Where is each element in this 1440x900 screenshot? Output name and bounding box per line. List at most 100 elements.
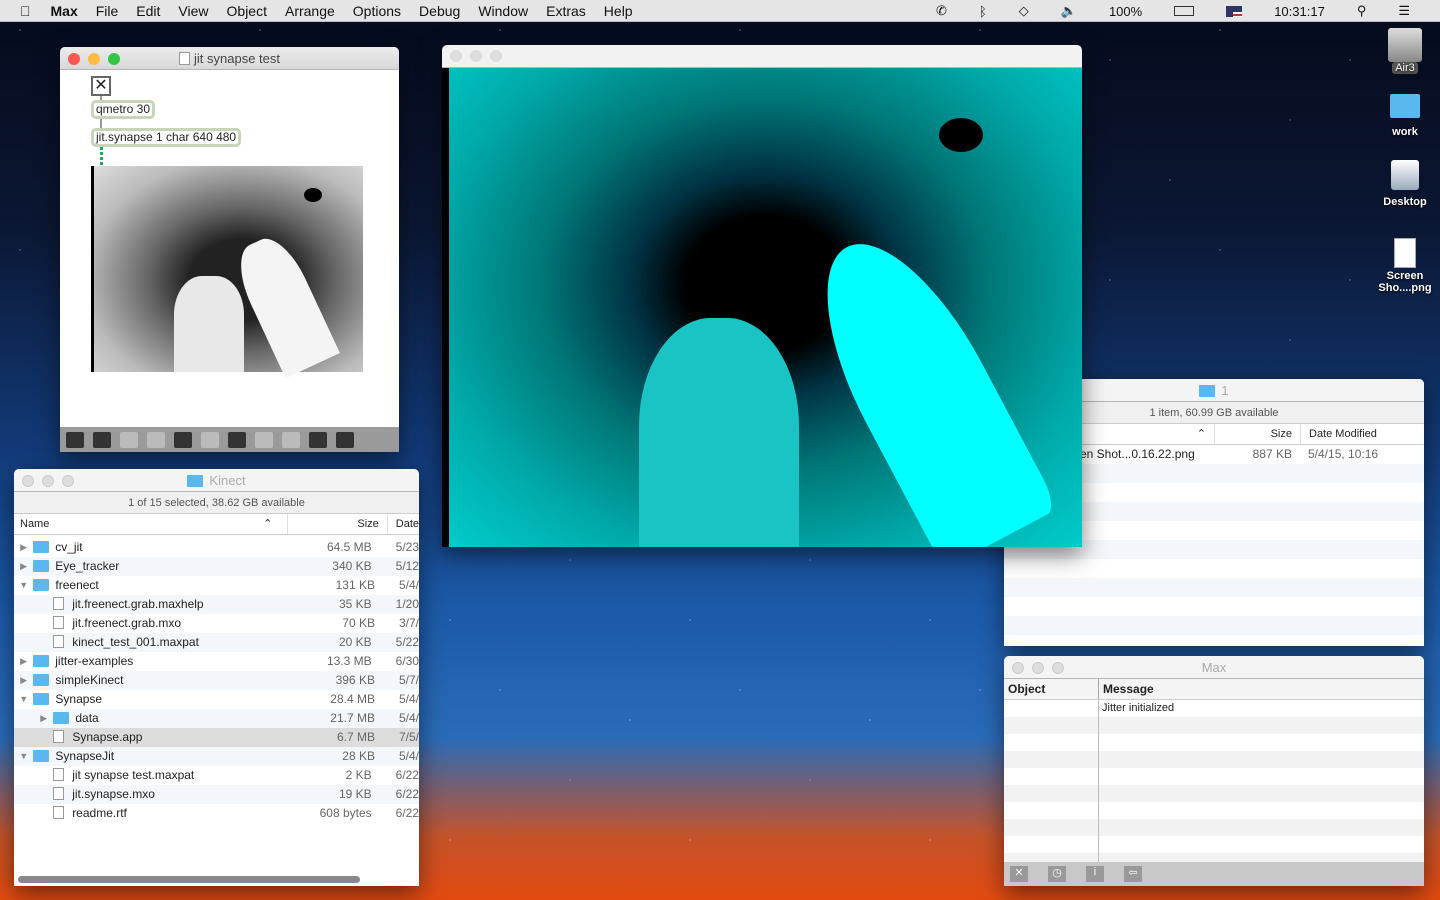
disclosure-triangle[interactable] bbox=[34, 614, 53, 633]
disclosure-triangle[interactable] bbox=[34, 633, 53, 652]
jit-synapse-object[interactable]: jit.synapse 1 char 640 480 bbox=[91, 128, 242, 147]
disclosure-triangle[interactable]: ▼ bbox=[14, 747, 33, 766]
list-item[interactable]: ▶ cv_jit 64.5 MB 5/23 bbox=[14, 538, 419, 557]
zoom-button[interactable] bbox=[108, 53, 120, 65]
minimize-button[interactable] bbox=[470, 50, 482, 62]
file-size: 28 KB bbox=[342, 749, 375, 763]
list-item[interactable]: ▶ data 21.7 MB 5/4/ bbox=[14, 709, 419, 728]
minimize-button[interactable] bbox=[88, 53, 100, 65]
lock-icon[interactable] bbox=[66, 431, 84, 448]
list-item[interactable]: kinect_test_001.maxpat 20 KB 5/22 bbox=[14, 633, 419, 652]
disclosure-triangle[interactable]: ▼ bbox=[14, 690, 33, 709]
disclosure-triangle[interactable] bbox=[34, 766, 53, 785]
list-item[interactable]: ▼ freenect 131 KB 5/4/ bbox=[14, 576, 419, 595]
list-item[interactable]: ▶ simpleKinect 396 KB 5/7/ bbox=[14, 671, 419, 690]
header-name[interactable]: Name bbox=[14, 514, 263, 534]
title-bar[interactable]: jit synapse test bbox=[60, 47, 399, 70]
list-item[interactable]: ▶ Eye_tracker 340 KB 5/12 bbox=[14, 557, 419, 576]
wifi-icon[interactable]: ◇ bbox=[1019, 3, 1029, 19]
object-palette-icon[interactable] bbox=[120, 431, 138, 448]
file-date: 6/22 bbox=[395, 768, 419, 782]
title-bar[interactable]: Max bbox=[1004, 656, 1424, 679]
menu-edit[interactable]: Edit bbox=[136, 3, 160, 19]
menu-object[interactable]: Object bbox=[227, 3, 267, 19]
header-size[interactable]: Size bbox=[1214, 424, 1300, 444]
disclosure-triangle[interactable] bbox=[34, 804, 53, 823]
list-item[interactable]: jit.freenect.grab.maxhelp 35 KB 1/20 bbox=[14, 595, 419, 614]
menu-max[interactable]: Max bbox=[51, 3, 78, 19]
bluetooth-icon[interactable]: ᛒ bbox=[979, 4, 987, 19]
clear-icon[interactable]: ✕ bbox=[1010, 866, 1028, 882]
desktop-icon-air3[interactable]: Air3 bbox=[1370, 28, 1440, 74]
presentation-icon[interactable] bbox=[93, 431, 111, 448]
depth-video-image[interactable] bbox=[449, 68, 1082, 547]
header-message[interactable]: Message bbox=[1098, 679, 1424, 699]
list-item[interactable]: jit synapse test.maxpat 2 KB 6/22 bbox=[14, 766, 419, 785]
zoom-button[interactable] bbox=[490, 50, 502, 62]
header-object[interactable]: Object bbox=[1004, 679, 1098, 699]
menu-window[interactable]: Window bbox=[478, 3, 528, 19]
console-message[interactable]: Jitter initialized bbox=[1102, 702, 1174, 714]
header-date[interactable]: Date Modified bbox=[1300, 424, 1424, 444]
status-bar: 1 of 15 selected, 38.62 GB available bbox=[14, 492, 419, 514]
menu-file[interactable]: File bbox=[96, 3, 119, 19]
desktop-icon-screenshot[interactable]: Screen Sho....png bbox=[1370, 238, 1440, 294]
phone-icon[interactable]: ✆ bbox=[936, 3, 947, 19]
window-right-icon[interactable] bbox=[336, 431, 354, 448]
toggle-object[interactable]: ✕ bbox=[91, 76, 111, 96]
disclosure-triangle[interactable]: ▶ bbox=[14, 652, 33, 671]
header-date[interactable]: Date bbox=[386, 514, 419, 534]
spotlight-icon[interactable]: ⚲ bbox=[1357, 3, 1367, 19]
list-item[interactable]: jit.freenect.grab.mxo 70 KB 3/7/ bbox=[14, 614, 419, 633]
disclosure-triangle[interactable]: ▼ bbox=[14, 576, 33, 595]
inspector-icon[interactable] bbox=[228, 431, 246, 448]
disclosure-triangle[interactable]: ▶ bbox=[14, 557, 33, 576]
desktop-icon-desktop[interactable]: Desktop bbox=[1370, 160, 1440, 208]
volume-icon[interactable]: 🔈 bbox=[1061, 3, 1077, 19]
info-icon[interactable] bbox=[201, 431, 219, 448]
list-item[interactable]: readme.rtf 608 bytes 6/22 bbox=[14, 804, 419, 823]
info-icon[interactable]: i bbox=[1086, 866, 1104, 882]
sort-icon[interactable]: ⌃ bbox=[263, 514, 287, 534]
grid-icon[interactable] bbox=[255, 431, 273, 448]
window-left-icon[interactable] bbox=[309, 431, 327, 448]
disclosure-triangle[interactable] bbox=[34, 785, 53, 804]
list-item[interactable]: ▼ SynapseJit 28 KB 5/4/ bbox=[14, 747, 419, 766]
desktop-icon-work[interactable]: work bbox=[1370, 94, 1440, 138]
menu-options[interactable]: Options bbox=[353, 3, 401, 19]
menu-view[interactable]: View bbox=[178, 3, 208, 19]
close-button[interactable] bbox=[68, 53, 80, 65]
battery-percent[interactable]: 100% bbox=[1109, 4, 1142, 19]
title-bar[interactable]: Kinect bbox=[14, 469, 419, 492]
debug-icon[interactable] bbox=[174, 431, 192, 448]
snap-icon[interactable] bbox=[282, 431, 300, 448]
notification-center-icon[interactable]: ☰ bbox=[1398, 3, 1410, 19]
battery-icon[interactable] bbox=[1174, 6, 1195, 16]
list-item[interactable]: jit.synapse.mxo 19 KB 6/22 bbox=[14, 785, 419, 804]
apple-icon[interactable]:  bbox=[20, 3, 31, 19]
back-icon[interactable]: ⇦ bbox=[1124, 866, 1142, 882]
list-item[interactable]: ▶ jitter-examples 13.3 MB 6/30 bbox=[14, 652, 419, 671]
list-item[interactable]: ▼ Synapse 28.4 MB 5/4/ bbox=[14, 690, 419, 709]
clock-icon[interactable]: ◷ bbox=[1048, 866, 1066, 882]
disclosure-triangle[interactable]: ▶ bbox=[14, 671, 33, 690]
close-button[interactable] bbox=[450, 50, 462, 62]
title-bar[interactable] bbox=[442, 45, 1082, 68]
disclosure-triangle[interactable]: ▶ bbox=[14, 538, 33, 557]
clock[interactable]: 10:31:17 bbox=[1274, 4, 1325, 19]
clear-icon[interactable] bbox=[147, 431, 165, 448]
jit-pwindow-depth-image[interactable] bbox=[91, 166, 363, 379]
disclosure-triangle[interactable]: ▶ bbox=[34, 709, 53, 728]
qmetro-object[interactable]: qmetro 30 bbox=[91, 100, 156, 119]
header-size[interactable]: Size bbox=[287, 514, 387, 534]
menu-arrange[interactable]: Arrange bbox=[285, 3, 335, 19]
menu-debug[interactable]: Debug bbox=[419, 3, 460, 19]
horizontal-scrollbar[interactable] bbox=[18, 876, 360, 883]
disclosure-triangle[interactable] bbox=[34, 728, 53, 747]
flag-icon[interactable] bbox=[1226, 5, 1243, 17]
folder-icon bbox=[187, 475, 204, 487]
menu-extras[interactable]: Extras bbox=[546, 3, 586, 19]
menu-help[interactable]: Help bbox=[604, 3, 633, 19]
disclosure-triangle[interactable] bbox=[34, 595, 53, 614]
list-item[interactable]: Synapse.app 6.7 MB 7/5/ bbox=[14, 728, 419, 747]
